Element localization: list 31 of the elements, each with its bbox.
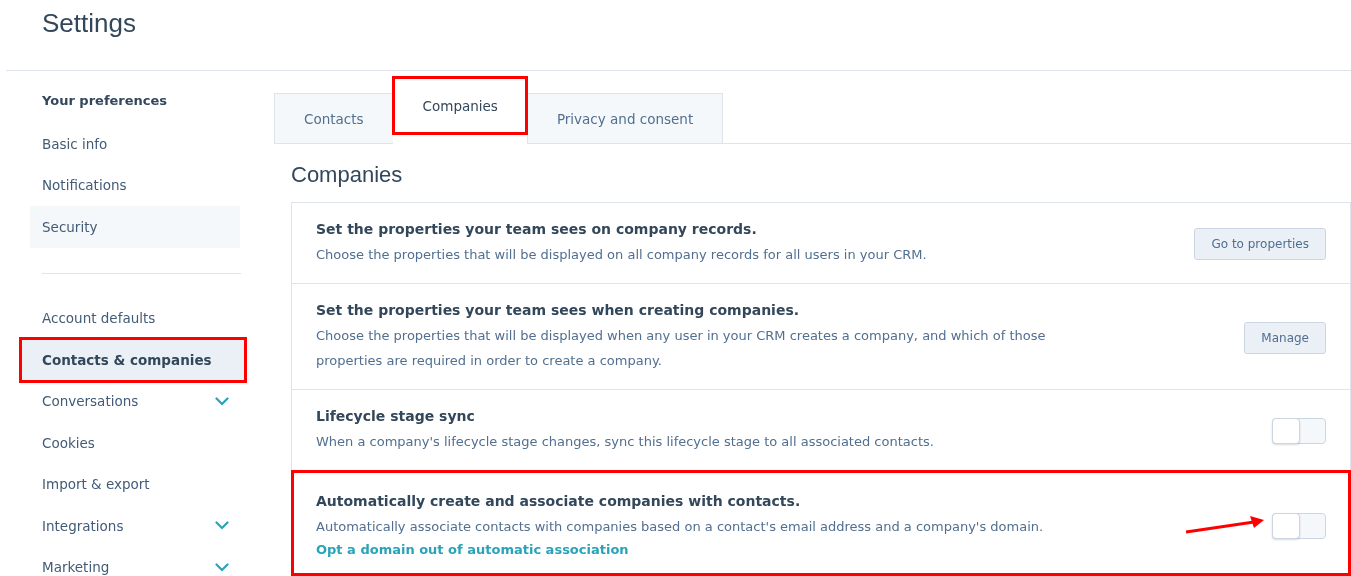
chevron-down-icon [215,562,229,572]
chevron-down-icon [215,396,229,406]
tab[interactable]: Companies [392,77,527,134]
sidebar-item[interactable]: Account defaults [30,297,245,339]
tab[interactable]: Contacts [274,93,393,144]
sidebar-item[interactable]: Integrations [30,505,245,547]
toggle-switch[interactable] [1272,512,1326,539]
toggle-switch[interactable] [1272,418,1326,444]
setting-description: Choose the properties that will be displayed when any user in your CRM creates a company, and which of those properties are required in order to create a company. [316,327,1047,370]
sidebar-item[interactable]: Notifications [30,164,245,206]
setting-title: Set the properties your team sees on company records. [316,221,758,237]
setting-title: Lifecycle stage sync [316,408,476,424]
chevron-down-icon [215,521,229,531]
setting-title: Automatically create and associate companies with contacts. [316,493,802,509]
sidebar-item[interactable]: Import & export [30,463,245,505]
section-title: Companies [291,162,404,188]
action-button[interactable]: Go to properties [1194,228,1326,260]
sidebar-item[interactable]: Conversations [30,380,245,422]
sidebar-item[interactable]: Contacts & companies [21,339,245,381]
sidebar-item[interactable]: Security [30,206,240,248]
action-button[interactable]: Manage [1244,321,1326,354]
page-title: Settings [41,7,137,39]
setting-description: Automatically associate contacts with companies based on a contact's email address and a company's domain. [316,518,1045,536]
sidebar-item[interactable]: Marketing [30,546,245,576]
setting-description: Choose the properties that will be displayed on all company records for all users in your CRM. [316,246,928,264]
setting-title: Set the properties your team sees when creating companies. [316,302,801,318]
sidebar-item[interactable]: Basic info [30,123,245,165]
setting-description: When a company's lifecycle stage changes, sync this lifecycle stage to all associated contacts. [316,433,935,451]
tab[interactable]: Privacy and consent [526,93,724,144]
sidebar-heading: Your preferences [41,92,169,110]
sidebar-item[interactable]: Cookies [30,422,245,464]
